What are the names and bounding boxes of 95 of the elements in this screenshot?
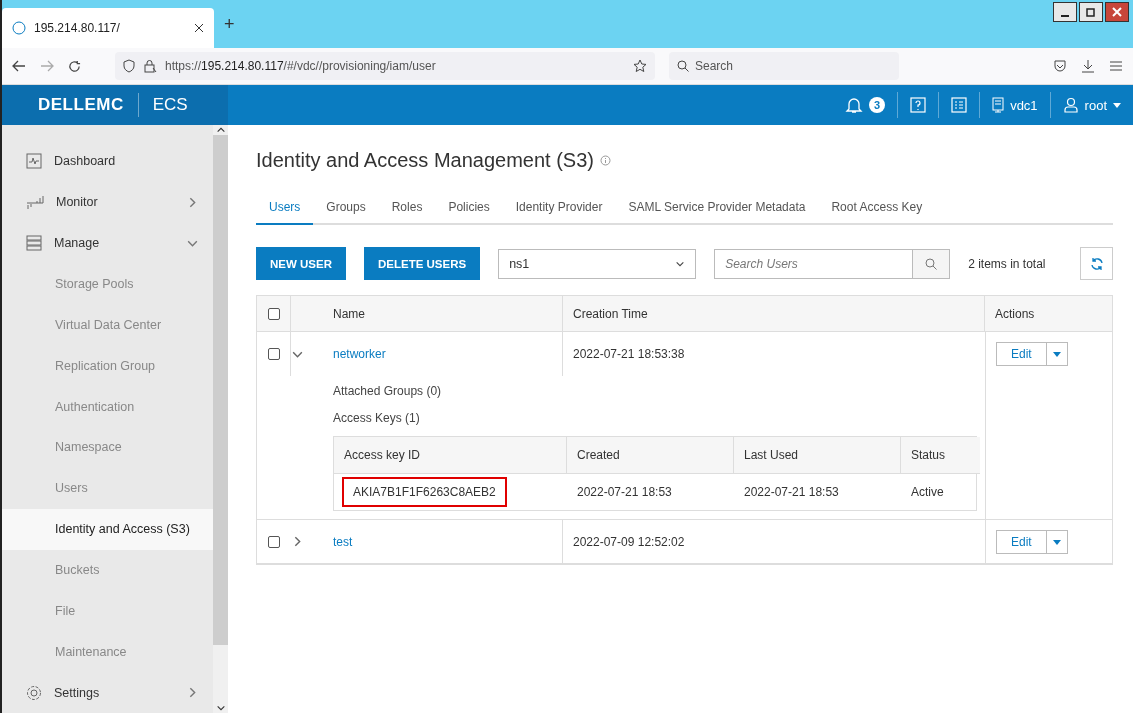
- tab[interactable]: Identity Provider: [502, 194, 616, 225]
- refresh-icon: [1089, 256, 1104, 271]
- checkbox[interactable]: [267, 307, 280, 320]
- close-icon[interactable]: [194, 23, 204, 33]
- user-menu[interactable]: root: [1049, 92, 1133, 118]
- tab[interactable]: Groups: [313, 194, 379, 225]
- sidebar-item[interactable]: Monitor: [2, 181, 213, 223]
- namespace-dropdown[interactable]: ns1: [498, 248, 697, 279]
- sidebar-item[interactable]: Replication Group: [2, 345, 213, 387]
- search-icon: [677, 60, 689, 72]
- user-link[interactable]: networker: [333, 347, 386, 361]
- table-cell-text: Active: [910, 484, 945, 501]
- column-header: Access key ID: [334, 437, 567, 474]
- sidebar-item[interactable]: Namespace: [2, 427, 213, 468]
- lock-icon: [143, 59, 157, 73]
- menu-icon[interactable]: [1109, 60, 1123, 72]
- address-field[interactable]: https://195.214.80.117/#/vdc//provisioning/iam/user: [115, 52, 655, 80]
- tab[interactable]: Policies: [435, 194, 503, 225]
- sidebar-item[interactable]: File: [2, 590, 213, 632]
- browser-tab[interactable]: 195.214.80.117/: [2, 8, 214, 48]
- scroll-up-icon: [215, 125, 226, 135]
- brand-logo: DELLEMC: [38, 95, 124, 115]
- sidebar-item[interactable]: Authentication: [2, 386, 213, 427]
- table-cell-text: 2022-07-21 18:53:38: [572, 346, 686, 363]
- maximize-button[interactable]: [1079, 2, 1103, 22]
- caret-icon: [1052, 539, 1061, 545]
- action-button[interactable]: DELETE USERS: [364, 247, 481, 280]
- server-icon: [992, 97, 1005, 113]
- user-icon: [1062, 97, 1079, 113]
- restore-icon: [1086, 7, 1096, 17]
- help-icon: [910, 97, 927, 113]
- sidebar-item[interactable]: Identity and Access (S3): [2, 508, 213, 550]
- checkbox[interactable]: [268, 535, 280, 548]
- server-stack-icon: [26, 235, 42, 252]
- reload-icon[interactable]: [68, 59, 81, 73]
- close-button[interactable]: [1105, 2, 1129, 22]
- settings-icon: [26, 684, 42, 701]
- close-icon: [1112, 7, 1122, 17]
- caret-icon: [1113, 102, 1121, 108]
- tab-title: 195.214.80.117/: [34, 21, 121, 35]
- scroll-down-icon: [215, 703, 226, 713]
- minimize-button[interactable]: [1053, 2, 1077, 22]
- attached-groups-label: Attached Groups (0): [333, 384, 443, 398]
- sidebar-item[interactable]: Dashboard: [2, 141, 213, 182]
- sidebar-item[interactable]: Buckets: [2, 549, 213, 591]
- search-field[interactable]: Search Users: [714, 248, 913, 279]
- star-icon[interactable]: [633, 59, 647, 73]
- column-header: Name: [333, 296, 563, 332]
- page-title: Identity and Access Management (S3): [256, 149, 594, 172]
- tab[interactable]: Roles: [378, 194, 436, 225]
- browser-search-field[interactable]: Search: [669, 52, 899, 80]
- column-header: Creation Time: [563, 296, 985, 332]
- download-icon[interactable]: [1081, 59, 1095, 73]
- table-cell: AKIA7B1F1F6263C8AEB2: [342, 477, 507, 507]
- access-keys-label: Access Keys (1): [333, 411, 421, 425]
- refresh-button[interactable]: [1080, 247, 1113, 280]
- column-header: Actions: [985, 296, 1112, 332]
- caret-icon: [1052, 351, 1061, 357]
- alert-count: 3: [869, 97, 886, 113]
- info-icon[interactable]: [599, 155, 611, 166]
- column-header: Last Used: [734, 437, 901, 474]
- product-name: ECS: [152, 95, 188, 115]
- sidebar-item[interactable]: Settings: [2, 672, 213, 713]
- table-cell: 2022-07-09 12:52:02: [563, 520, 985, 564]
- checklist-icon: [951, 97, 968, 113]
- column-header: Status: [901, 437, 980, 474]
- checkbox[interactable]: [267, 348, 280, 360]
- alerts-button[interactable]: 3: [833, 92, 898, 118]
- new-tab-button[interactable]: +: [224, 14, 235, 35]
- shield-icon: [123, 59, 135, 73]
- minimize-icon: [1061, 15, 1069, 17]
- vdc-menu[interactable]: vdc1: [979, 92, 1050, 118]
- sidebar-item[interactable]: Maintenance: [2, 631, 213, 673]
- tab[interactable]: Users: [256, 194, 314, 225]
- tab[interactable]: Root Access Key: [818, 194, 936, 225]
- pulse-chart-icon: [26, 153, 42, 170]
- bell-icon: [845, 96, 864, 114]
- site-icon: [12, 21, 26, 35]
- column-header: Created: [567, 437, 734, 474]
- signal-bars-icon: [26, 195, 44, 210]
- search-icon: [925, 257, 938, 270]
- scrollbar-thumb[interactable]: [213, 135, 228, 645]
- sidebar-item[interactable]: Storage Pools: [2, 263, 213, 305]
- user-link[interactable]: test: [333, 534, 353, 549]
- search-button[interactable]: [912, 248, 951, 279]
- table-cell-text: 2022-07-21 18:53: [576, 484, 673, 501]
- sidebar-item[interactable]: Manage: [2, 222, 213, 264]
- tab[interactable]: SAML Service Provider Metadata: [615, 194, 819, 225]
- table-cell-text: 2022-07-21 18:53: [743, 484, 840, 501]
- pocket-icon[interactable]: [1053, 59, 1067, 73]
- action-button[interactable]: NEW USER: [256, 247, 346, 280]
- item-count: 2 items in total: [968, 256, 1046, 271]
- sidebar-item[interactable]: Virtual Data Center: [2, 304, 213, 346]
- sidebar-item[interactable]: Users: [2, 467, 213, 509]
- back-arrow-icon[interactable]: [12, 60, 26, 72]
